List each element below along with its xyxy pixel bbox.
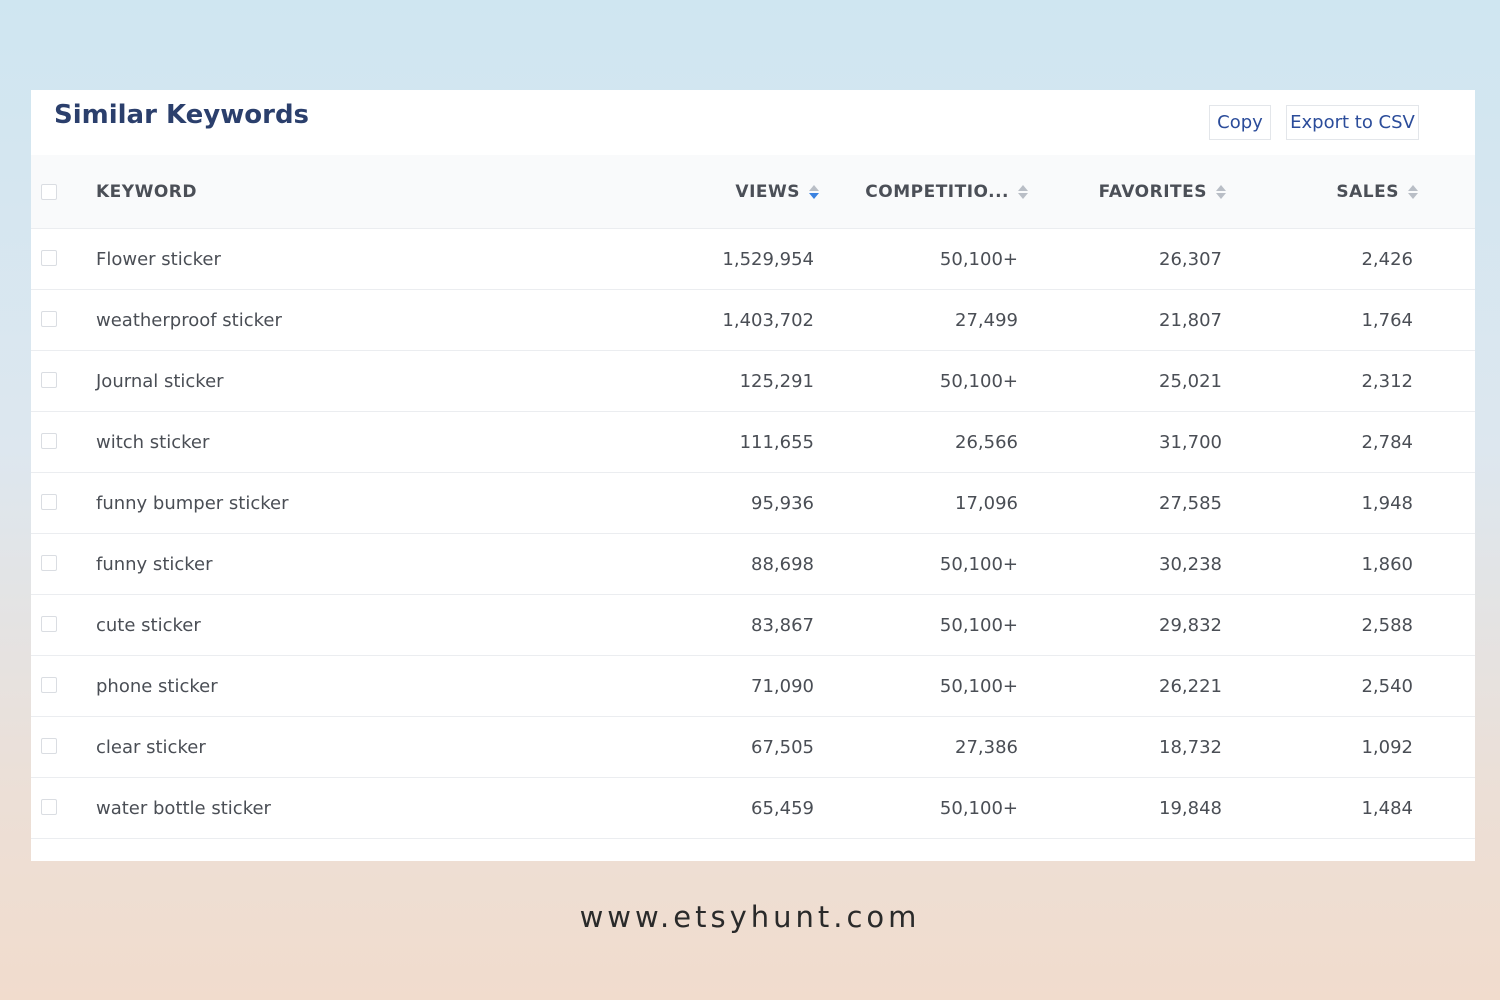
views-cell: 83,867 bbox=[751, 614, 814, 636]
keyword-cell[interactable]: clear sticker bbox=[96, 717, 206, 777]
row-checkbox[interactable] bbox=[41, 738, 57, 754]
sales-cell: 1,860 bbox=[1361, 553, 1413, 575]
keyword-cell[interactable]: Flower sticker bbox=[96, 229, 221, 289]
competition-cell: 50,100+ bbox=[939, 675, 1018, 697]
row-checkbox[interactable] bbox=[41, 372, 57, 388]
column-header-favorites-label: FAVORITES bbox=[1098, 181, 1207, 202]
views-cell: 1,529,954 bbox=[722, 248, 814, 270]
column-header-favorites[interactable]: FAVORITES bbox=[1099, 155, 1227, 228]
column-header-views[interactable]: VIEWS bbox=[735, 155, 820, 228]
competition-cell: 50,100+ bbox=[939, 614, 1018, 636]
sort-icon[interactable] bbox=[1017, 184, 1029, 200]
views-cell: 125,291 bbox=[739, 370, 814, 392]
views-cell: 95,936 bbox=[751, 492, 814, 514]
column-header-views-label: VIEWS bbox=[735, 181, 800, 202]
export-csv-button[interactable]: Export to CSV bbox=[1286, 105, 1419, 140]
competition-cell: 26,566 bbox=[955, 431, 1018, 453]
sales-cell: 2,784 bbox=[1361, 431, 1413, 453]
favorites-cell: 31,700 bbox=[1159, 431, 1222, 453]
row-checkbox[interactable] bbox=[41, 250, 57, 266]
keyword-cell[interactable]: funny sticker bbox=[96, 534, 213, 594]
table-row: weatherproof sticker 1,403,702 27,499 21… bbox=[31, 290, 1475, 351]
views-cell: 65,459 bbox=[751, 797, 814, 819]
favorites-cell: 29,832 bbox=[1159, 614, 1222, 636]
sales-cell: 2,588 bbox=[1361, 614, 1413, 636]
competition-cell: 50,100+ bbox=[939, 797, 1018, 819]
keyword-cell[interactable]: funny bumper sticker bbox=[96, 473, 289, 533]
keyword-cell[interactable]: weatherproof sticker bbox=[96, 290, 282, 350]
table-row: clear sticker 67,505 27,386 18,732 1,092 bbox=[31, 717, 1475, 778]
keyword-cell[interactable]: phone sticker bbox=[96, 656, 218, 716]
row-checkbox[interactable] bbox=[41, 677, 57, 693]
favorites-cell: 21,807 bbox=[1159, 309, 1222, 331]
column-header-sales[interactable]: SALES bbox=[1336, 155, 1419, 228]
table-body: Flower sticker 1,529,954 50,100+ 26,307 … bbox=[31, 229, 1475, 839]
keyword-cell[interactable]: water bottle sticker bbox=[96, 778, 271, 838]
sales-cell: 2,312 bbox=[1361, 370, 1413, 392]
table-row: cute sticker 83,867 50,100+ 29,832 2,588 bbox=[31, 595, 1475, 656]
row-checkbox[interactable] bbox=[41, 799, 57, 815]
sales-cell: 1,764 bbox=[1361, 309, 1413, 331]
favorites-cell: 19,848 bbox=[1159, 797, 1222, 819]
table-row: funny sticker 88,698 50,100+ 30,238 1,86… bbox=[31, 534, 1475, 595]
table-row: funny bumper sticker 95,936 17,096 27,58… bbox=[31, 473, 1475, 534]
table-header: KEYWORD VIEWS COMPETITIO... FAVORITES SA… bbox=[31, 155, 1475, 229]
table-row: Journal sticker 125,291 50,100+ 25,021 2… bbox=[31, 351, 1475, 412]
views-cell: 1,403,702 bbox=[722, 309, 814, 331]
competition-cell: 50,100+ bbox=[939, 370, 1018, 392]
table-row: water bottle sticker 65,459 50,100+ 19,8… bbox=[31, 778, 1475, 839]
row-checkbox[interactable] bbox=[41, 433, 57, 449]
competition-cell: 17,096 bbox=[955, 492, 1018, 514]
similar-keywords-panel: Similar Keywords Copy Export to CSV KEYW… bbox=[31, 90, 1475, 861]
column-header-competition[interactable]: COMPETITIO... bbox=[865, 155, 1029, 228]
competition-cell: 27,499 bbox=[955, 309, 1018, 331]
sales-cell: 1,092 bbox=[1361, 736, 1413, 758]
favorites-cell: 26,221 bbox=[1159, 675, 1222, 697]
table-row: phone sticker 71,090 50,100+ 26,221 2,54… bbox=[31, 656, 1475, 717]
table-row: Flower sticker 1,529,954 50,100+ 26,307 … bbox=[31, 229, 1475, 290]
sort-icon[interactable] bbox=[808, 184, 820, 200]
favorites-cell: 26,307 bbox=[1159, 248, 1222, 270]
favorites-cell: 25,021 bbox=[1159, 370, 1222, 392]
select-all-checkbox[interactable] bbox=[41, 184, 57, 200]
favorites-cell: 30,238 bbox=[1159, 553, 1222, 575]
competition-cell: 50,100+ bbox=[939, 553, 1018, 575]
table-row: witch sticker 111,655 26,566 31,700 2,78… bbox=[31, 412, 1475, 473]
column-header-keyword-label: KEYWORD bbox=[96, 181, 198, 202]
copy-button[interactable]: Copy bbox=[1209, 105, 1271, 140]
views-cell: 111,655 bbox=[739, 431, 814, 453]
competition-cell: 50,100+ bbox=[939, 248, 1018, 270]
panel-title: Similar Keywords bbox=[54, 100, 310, 130]
keyword-cell[interactable]: Journal sticker bbox=[96, 351, 224, 411]
keyword-cell[interactable]: witch sticker bbox=[96, 412, 209, 472]
column-header-keyword: KEYWORD bbox=[96, 155, 197, 228]
sales-cell: 1,484 bbox=[1361, 797, 1413, 819]
sort-icon[interactable] bbox=[1407, 184, 1419, 200]
sort-icon[interactable] bbox=[1215, 184, 1227, 200]
views-cell: 67,505 bbox=[751, 736, 814, 758]
sales-cell: 2,426 bbox=[1361, 248, 1413, 270]
views-cell: 71,090 bbox=[751, 675, 814, 697]
column-header-competition-label: COMPETITIO... bbox=[865, 181, 1009, 202]
row-checkbox[interactable] bbox=[41, 311, 57, 327]
favorites-cell: 18,732 bbox=[1159, 736, 1222, 758]
sales-cell: 2,540 bbox=[1361, 675, 1413, 697]
row-checkbox[interactable] bbox=[41, 494, 57, 510]
footer-url: www.etsyhunt.com bbox=[579, 900, 921, 934]
competition-cell: 27,386 bbox=[955, 736, 1018, 758]
column-header-sales-label: SALES bbox=[1336, 181, 1399, 202]
row-checkbox[interactable] bbox=[41, 616, 57, 632]
views-cell: 88,698 bbox=[751, 553, 814, 575]
sales-cell: 1,948 bbox=[1361, 492, 1413, 514]
row-checkbox[interactable] bbox=[41, 555, 57, 571]
favorites-cell: 27,585 bbox=[1159, 492, 1222, 514]
keyword-cell[interactable]: cute sticker bbox=[96, 595, 201, 655]
